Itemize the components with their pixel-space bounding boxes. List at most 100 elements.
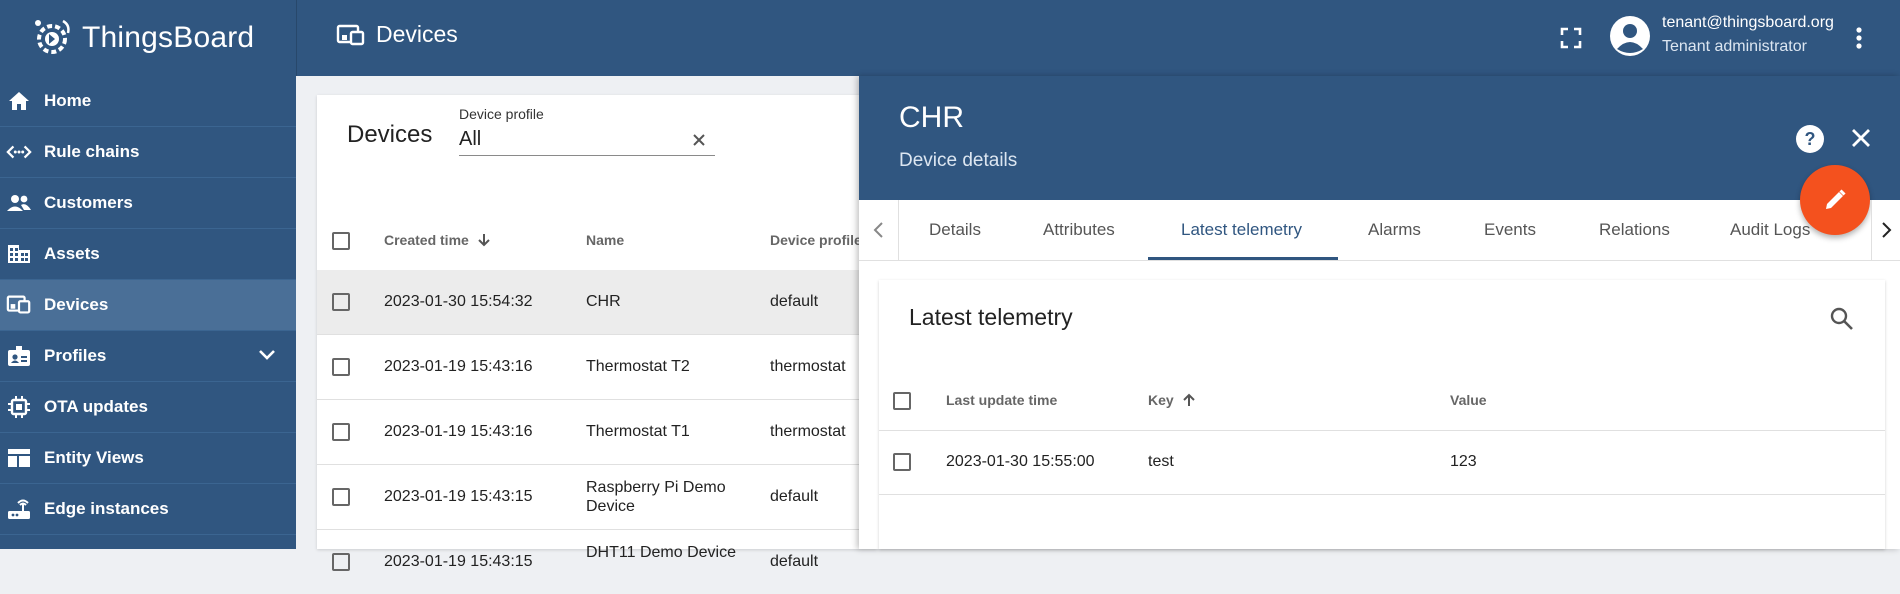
devices-icon: [336, 23, 376, 47]
device-profile-label: Device profile: [459, 106, 544, 122]
table-row[interactable]: 2023-01-19 15:43:15 DHT11 Demo Device de…: [317, 530, 877, 594]
account-circle-icon[interactable]: [1609, 15, 1651, 57]
table-row[interactable]: 2023-01-30 15:55:00 test 123: [879, 430, 1885, 495]
fullscreen-icon[interactable]: [1558, 25, 1584, 51]
details-tabs: Details Attributes Latest telemetry Alar…: [859, 200, 1900, 261]
row-checkbox[interactable]: [332, 358, 350, 376]
home-icon: [6, 88, 32, 114]
profile-cell: default: [770, 293, 819, 310]
name-cell: Thermostat T1: [586, 423, 690, 440]
ota-icon: [6, 394, 32, 420]
page-title: Devices: [336, 21, 458, 48]
row-checkbox[interactable]: [332, 488, 350, 506]
devices-table-title: Devices: [347, 121, 433, 148]
tabs-scroll-right-icon[interactable]: [1871, 200, 1900, 260]
close-icon[interactable]: [1849, 126, 1873, 150]
column-header-key[interactable]: Key: [1148, 392, 1196, 408]
telemetry-title: Latest telemetry: [909, 304, 1073, 330]
sidebar-item-label: Home: [44, 91, 92, 110]
column-header-created-time[interactable]: Created time: [384, 232, 491, 248]
column-header-value[interactable]: Value: [1450, 392, 1487, 408]
row-checkbox[interactable]: [332, 553, 350, 571]
profile-cell: default: [770, 553, 819, 570]
table-row[interactable]: 2023-01-30 15:54:32 CHR default: [317, 270, 877, 335]
user-role: Tenant administrator: [1662, 38, 1807, 55]
column-header-device-profile[interactable]: Device profile: [770, 232, 862, 248]
value-cell: 123: [1450, 453, 1477, 470]
arrow-up-icon: [1182, 392, 1196, 408]
created-time-cell: 2023-01-30 15:54:32: [384, 293, 533, 310]
last-update-time-cell: 2023-01-30 15:55:00: [946, 453, 1095, 470]
rule-chains-icon: [6, 139, 32, 165]
help-icon[interactable]: ?: [1795, 124, 1825, 154]
arrow-down-icon: [477, 232, 491, 248]
device-profile-value: All: [459, 128, 482, 150]
sidebar-item-rule-chains[interactable]: Rule chains: [0, 127, 296, 178]
column-header-name[interactable]: Name: [586, 232, 624, 248]
logo[interactable]: ThingsBoard: [0, 0, 297, 76]
select-all-checkbox[interactable]: [893, 392, 911, 410]
sidebar-item-label: Profiles: [44, 346, 107, 365]
row-checkbox[interactable]: [332, 293, 350, 311]
sidebar-item-home[interactable]: Home: [0, 76, 296, 127]
table-row[interactable]: 2023-01-19 15:43:15 Raspberry Pi Demo De…: [317, 465, 877, 530]
tab-attributes[interactable]: Attributes: [1043, 200, 1115, 260]
created-time-cell: 2023-01-19 15:43:15: [384, 553, 533, 570]
name-cell: CHR: [586, 293, 621, 310]
tab-relations[interactable]: Relations: [1599, 200, 1670, 260]
column-header-last-update-time[interactable]: Last update time: [946, 392, 1057, 408]
clear-icon[interactable]: [691, 132, 707, 148]
created-time-cell: 2023-01-19 15:43:15: [384, 488, 533, 505]
row-checkbox[interactable]: [893, 453, 911, 471]
sidebar-item-profiles[interactable]: Profiles: [0, 331, 296, 382]
created-time-cell: 2023-01-19 15:43:16: [384, 423, 533, 440]
more-vert-icon[interactable]: [1849, 25, 1869, 51]
details-header: CHR Device details ?: [859, 76, 1900, 200]
sidebar-item-label: Entity Views: [44, 448, 144, 467]
devices-table-card: Devices Device profile All Created time …: [317, 95, 877, 571]
user-email[interactable]: tenant@thingsboard.org: [1662, 14, 1834, 32]
latest-telemetry-card: Latest telemetry Last update time Key Va…: [879, 280, 1885, 549]
tab-events[interactable]: Events: [1484, 200, 1536, 260]
customers-icon: [6, 190, 32, 216]
sidebar-item-customers[interactable]: Customers: [0, 178, 296, 229]
search-icon[interactable]: [1829, 306, 1855, 332]
sidebar-item-entity-views[interactable]: Entity Views: [0, 433, 296, 484]
devices-icon: [6, 292, 32, 318]
tab-details[interactable]: Details: [929, 200, 981, 260]
sidebar-item-label: OTA updates: [44, 397, 148, 416]
device-profile-select[interactable]: All: [459, 125, 715, 156]
sidebar-item-devices[interactable]: Devices: [0, 280, 296, 331]
profile-cell: thermostat: [770, 423, 846, 440]
name-cell: Thermostat T2: [586, 358, 690, 375]
tabs-scroll-left-icon[interactable]: [859, 200, 899, 260]
chevron-down-icon: [256, 344, 278, 366]
entity-views-icon: [6, 445, 32, 471]
name-cell: Raspberry Pi Demo Device: [586, 479, 726, 515]
top-bar: ThingsBoard Devices tenant@thingsboard.o…: [0, 0, 1900, 76]
select-all-checkbox[interactable]: [332, 232, 350, 250]
sidebar-item-assets[interactable]: Assets: [0, 229, 296, 280]
table-row[interactable]: 2023-01-19 15:43:16 Thermostat T1 thermo…: [317, 400, 877, 465]
sidebar-item-label: Edge instances: [44, 499, 169, 518]
tab-audit-logs[interactable]: Audit Logs: [1730, 200, 1810, 260]
created-time-cell: 2023-01-19 15:43:16: [384, 358, 533, 375]
name-cell: DHT11 Demo Device: [586, 544, 736, 561]
sidebar-item-ota-updates[interactable]: OTA updates: [0, 382, 296, 433]
sidebar-item-label: Customers: [44, 193, 133, 212]
key-cell: test: [1148, 453, 1174, 470]
tab-latest-telemetry[interactable]: Latest telemetry: [1181, 200, 1302, 260]
sidebar-item-edge-instances[interactable]: Edge instances: [0, 484, 296, 535]
svg-text:?: ?: [1805, 129, 1816, 149]
profile-cell: default: [770, 488, 819, 505]
details-subtitle: Device details: [899, 150, 1018, 171]
active-tab-indicator: [1148, 257, 1338, 260]
table-row[interactable]: 2023-01-19 15:43:16 Thermostat T2 thermo…: [317, 335, 877, 400]
edge-icon: [6, 496, 32, 522]
devices-table-header: Created time Name Device profile: [317, 212, 877, 271]
thingsboard-logo-icon: [30, 15, 76, 61]
app-title: ThingsBoard: [82, 21, 255, 54]
details-title: CHR: [899, 101, 964, 134]
row-checkbox[interactable]: [332, 423, 350, 441]
tab-alarms[interactable]: Alarms: [1368, 200, 1421, 260]
